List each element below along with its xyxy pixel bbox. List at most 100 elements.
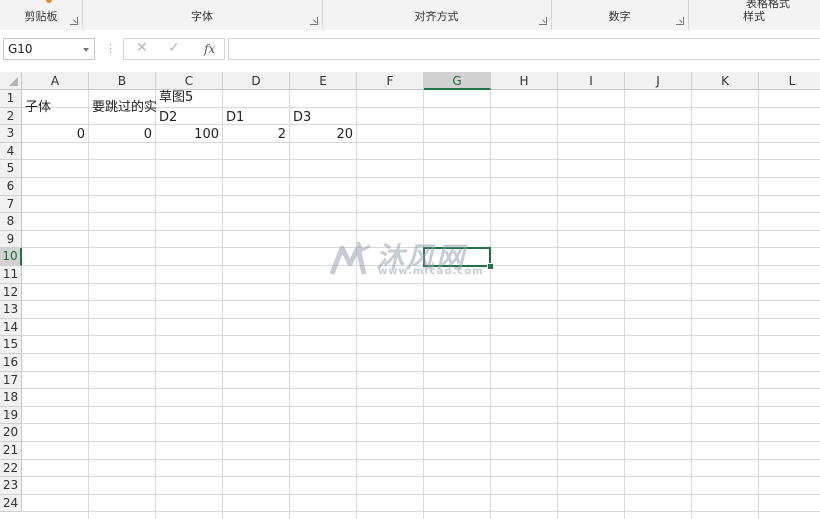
ribbon-group-number: 数字 xyxy=(551,0,689,30)
column-header-d[interactable]: D xyxy=(223,72,290,90)
gridline xyxy=(22,177,820,178)
dialog-launcher-icon[interactable] xyxy=(676,17,684,25)
formula-input[interactable] xyxy=(228,38,820,60)
cell-b1[interactable]: 要跳过的实 xyxy=(92,99,158,116)
column-header-e[interactable]: E xyxy=(290,72,357,90)
gridline xyxy=(22,159,820,161)
drag-handle-icon[interactable]: ⋮ xyxy=(105,42,116,55)
gridline xyxy=(289,90,290,519)
column-header-h[interactable]: H xyxy=(491,72,558,90)
row-header-14[interactable]: 14 xyxy=(0,318,22,337)
row-header-18[interactable]: 18 xyxy=(0,389,22,407)
row-header-2[interactable]: 2 xyxy=(0,107,22,126)
row-header-9[interactable]: 9 xyxy=(0,230,22,249)
watermark-url: www.mfcad.com xyxy=(378,266,484,277)
ribbon: 剪贴板 字体 对齐方式 数字 表格格式 样式 xyxy=(0,0,820,31)
column-header-b[interactable]: B xyxy=(89,72,156,90)
insert-function-icon[interactable]: fx xyxy=(204,42,215,56)
row-header-16[interactable]: 16 xyxy=(0,354,22,372)
ribbon-group-font: 字体 xyxy=(82,0,323,30)
row-header-15[interactable]: 15 xyxy=(0,336,22,354)
cell-a1[interactable]: 子体 xyxy=(25,99,51,116)
row-header-24[interactable]: 24 xyxy=(0,494,22,513)
watermark: 沐风网 www.mfcad.com xyxy=(328,238,498,280)
row-header-22[interactable]: 22 xyxy=(0,459,22,478)
gridline xyxy=(557,90,558,519)
row-header-11[interactable]: 11 xyxy=(0,266,22,284)
gridline xyxy=(22,388,820,390)
dialog-launcher-icon[interactable] xyxy=(310,17,318,25)
dialog-launcher-icon[interactable] xyxy=(539,17,547,25)
cell-d3[interactable]: 2 xyxy=(223,126,286,143)
gridline xyxy=(758,90,759,519)
row-header-21[interactable]: 21 xyxy=(0,442,22,460)
row-header-8[interactable]: 8 xyxy=(0,213,22,231)
name-box[interactable]: G10 xyxy=(3,38,95,60)
gridline xyxy=(22,423,820,425)
row-header-5[interactable]: 5 xyxy=(0,160,22,178)
row-header-20[interactable]: 20 xyxy=(0,424,22,442)
row-header-7[interactable]: 7 xyxy=(0,195,22,214)
cell-e2[interactable]: D3 xyxy=(293,109,311,126)
select-all-icon xyxy=(9,77,18,86)
name-box-value: G10 xyxy=(8,42,33,56)
gridline xyxy=(22,476,820,478)
watermark-logo-icon xyxy=(329,241,371,275)
gridline xyxy=(22,405,820,407)
gridline xyxy=(22,458,820,460)
row-header-13[interactable]: 13 xyxy=(0,301,22,319)
gridline xyxy=(88,90,89,519)
row-header-4[interactable]: 4 xyxy=(0,142,22,161)
gridline xyxy=(22,493,820,495)
formula-buttons: ✕ ✓ fx xyxy=(123,38,225,60)
row-header-10[interactable]: 10 xyxy=(0,248,22,266)
cell-b3[interactable]: 0 xyxy=(89,126,152,143)
cell-a3[interactable]: 0 xyxy=(22,126,85,143)
gridline xyxy=(22,282,820,284)
cell-e3[interactable]: 20 xyxy=(290,126,353,143)
ribbon-group-clipboard: 剪贴板 xyxy=(0,0,83,30)
gridline xyxy=(356,90,357,519)
ribbon-group-label: 数字 xyxy=(608,10,631,23)
column-header-k[interactable]: K xyxy=(692,72,759,90)
gridline xyxy=(155,90,156,519)
ribbon-group-alignment: 对齐方式 xyxy=(322,0,552,30)
cell-c1[interactable]: 草图5 xyxy=(159,89,193,106)
dialog-launcher-icon[interactable] xyxy=(70,17,78,25)
column-header-i[interactable]: I xyxy=(558,72,625,90)
column-header-l[interactable]: L xyxy=(759,72,820,90)
gridline xyxy=(490,90,491,519)
row-header-19[interactable]: 19 xyxy=(0,406,22,425)
gridline xyxy=(22,124,820,126)
gridline xyxy=(22,229,820,231)
row-header-17[interactable]: 17 xyxy=(0,371,22,390)
ribbon-group-label: 样式 xyxy=(743,10,765,23)
select-all-button[interactable] xyxy=(0,72,22,90)
gridline xyxy=(22,300,820,302)
column-header-c[interactable]: C xyxy=(156,72,223,90)
spreadsheet-grid[interactable]: A B C D E F G H I J K L 1 2 3 4 5 6 7 8 9 10 11 12 13 14 15 16 17 18 1… xyxy=(0,72,820,519)
chevron-down-icon[interactable] xyxy=(83,48,89,52)
row-header-23[interactable]: 23 xyxy=(0,477,22,495)
cell-d2[interactable]: D1 xyxy=(226,109,244,126)
row-header-3[interactable]: 3 xyxy=(0,125,22,143)
cancel-icon[interactable]: ✕ xyxy=(136,40,148,56)
cell-c3[interactable]: 100 xyxy=(156,126,219,143)
row-header-1[interactable]: 1 xyxy=(0,90,22,108)
row-header-6[interactable]: 6 xyxy=(0,178,22,196)
enter-icon[interactable]: ✓ xyxy=(168,40,180,56)
gridline xyxy=(22,370,820,372)
column-header-g[interactable]: G xyxy=(424,72,491,90)
gridline xyxy=(423,90,424,519)
gridline xyxy=(22,511,820,513)
formula-bar: G10 ⋮ ✕ ✓ fx xyxy=(0,30,820,73)
column-header-j[interactable]: J xyxy=(625,72,692,90)
column-header-f[interactable]: F xyxy=(357,72,424,90)
gridline xyxy=(22,317,820,319)
row-header-12[interactable]: 12 xyxy=(0,283,22,302)
ribbon-group-label: 字体 xyxy=(191,10,213,23)
column-header-a[interactable]: A xyxy=(22,72,89,90)
gridline xyxy=(22,194,820,196)
ribbon-group-styles: 表格格式 样式 xyxy=(688,0,820,30)
cell-c2[interactable]: D2 xyxy=(159,109,177,126)
